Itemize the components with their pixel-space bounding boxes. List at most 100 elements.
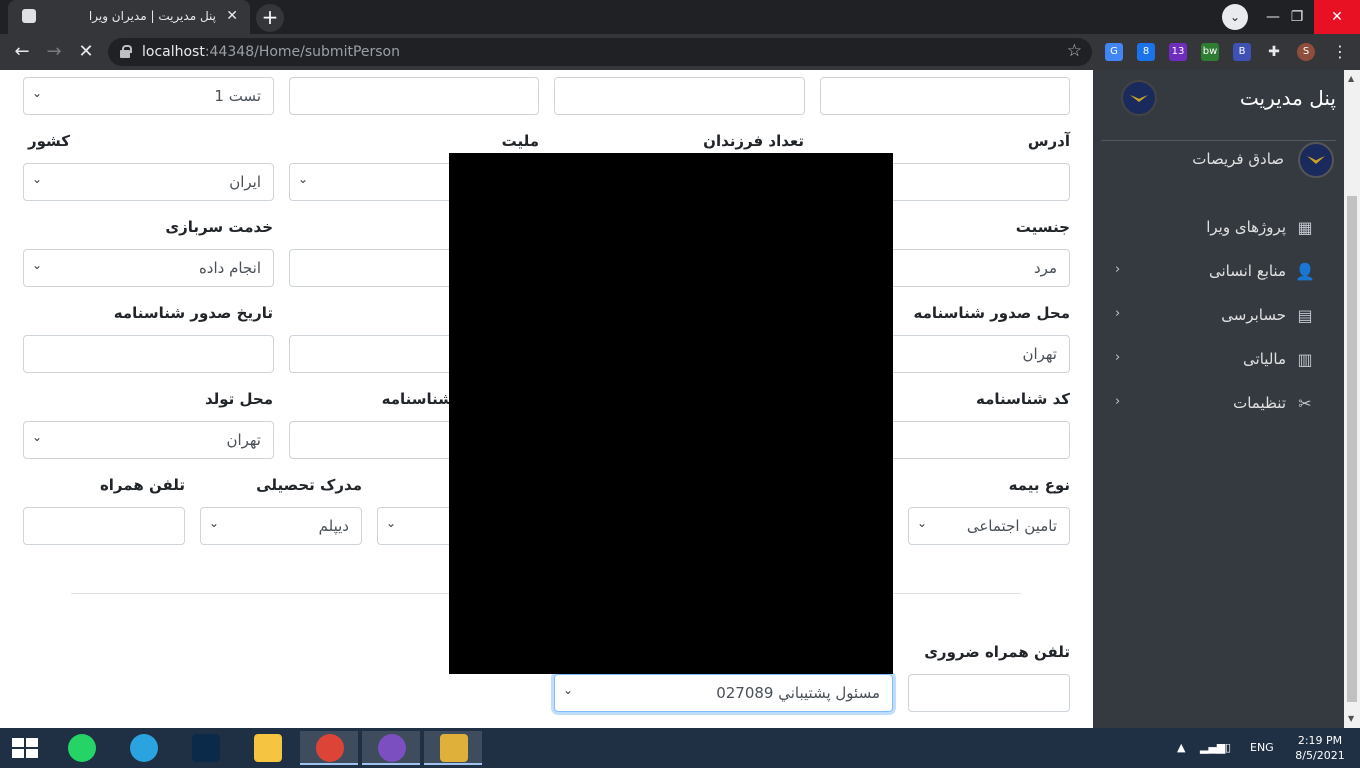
scroll-down-icon[interactable]: ▼ <box>1348 714 1354 723</box>
sidebar-item-label: مالیاتی <box>1243 350 1286 368</box>
sidebar-item-label: تنظیمات <box>1233 394 1286 412</box>
mobile-input[interactable] <box>23 507 185 545</box>
top-select[interactable]: تست 1 ⌄ <box>23 77 274 115</box>
windows-start-icon[interactable] <box>12 738 38 758</box>
sidebar-item-label: حسابرسی <box>1221 306 1286 324</box>
visual-studio-taskbar-button[interactable] <box>362 731 420 765</box>
visual-studio-icon <box>378 734 406 762</box>
scroll-up-icon[interactable]: ▲ <box>1348 74 1354 83</box>
chevron-down-icon: ⌄ <box>32 430 43 444</box>
windows-taskbar: ▲ ▂▄▆ ▯ ENG 2:19 PM 8/5/2021 <box>0 728 1360 768</box>
sidebar-item-3[interactable]: ▥ مالیاتی ‹ <box>1093 338 1344 382</box>
profile-avatar[interactable]: S <box>1297 43 1315 61</box>
lock-icon[interactable] <box>120 45 132 58</box>
tab-title: پنل مدیریت | مدیران ویرا <box>88 9 216 23</box>
extensions-puzzle-icon[interactable]: ✚ <box>1265 43 1283 61</box>
extension-badge-icon[interactable]: 13 <box>1169 43 1187 61</box>
telegram-icon <box>130 734 158 762</box>
id-code-input[interactable] <box>880 421 1070 459</box>
address-bar[interactable]: localhost:44348/Home/submitPerson ☆ <box>108 38 1092 66</box>
gender-label: جنسیت <box>1015 218 1070 236</box>
page-scrollbar[interactable]: ▲ ▼ <box>1344 70 1360 728</box>
tools-icon: ✂ <box>1298 394 1312 413</box>
top-input-2[interactable] <box>289 77 539 115</box>
sidebar-item-0[interactable]: ▦ پروژهای ویرا <box>1093 206 1344 250</box>
country-label: کشور <box>27 132 70 150</box>
insurance-select[interactable]: تامین اجتماعی ⌄ <box>908 507 1070 545</box>
browser-tab-strip: پنل مدیریت | مدیران ویرا ✕ + ⌄ — ❐ ✕ <box>0 0 1360 34</box>
address-label: آدرس <box>1027 132 1070 150</box>
chevron-down-icon: ⌄ <box>386 516 397 530</box>
sidebar-nav: ▦ پروژهای ویرا 👤 منابع انسانی ‹ ▤ حسابرسی ‹ ▥ مال… <box>1093 206 1344 426</box>
user-panel[interactable]: صادق فریصات <box>1104 142 1334 186</box>
browser-menu-icon[interactable]: ⋮ <box>1332 42 1348 61</box>
chevron-left-icon[interactable]: ‹ <box>1115 394 1120 409</box>
stop-loading-icon[interactable]: ✕ <box>74 40 98 64</box>
insurance-label: نوع بیمه <box>1008 476 1070 494</box>
address-input[interactable] <box>880 163 1070 201</box>
emergency-mobile-input[interactable] <box>908 674 1070 712</box>
chevron-down-icon: ⌄ <box>32 258 43 272</box>
chrome-taskbar-button[interactable] <box>300 731 358 765</box>
military-select[interactable]: انجام داده ⌄ <box>23 249 274 287</box>
browser-toolbar: ← → ✕ localhost:44348/Home/submitPerson … <box>0 34 1360 70</box>
extension-8-icon[interactable]: 8 <box>1137 43 1155 61</box>
country-select[interactable]: ایران ⌄ <box>23 163 274 201</box>
telegram-taskbar-button[interactable] <box>114 731 172 765</box>
forward-arrow-icon[interactable]: → <box>42 40 66 64</box>
chevron-down-icon: ⌄ <box>917 516 928 530</box>
tray-chevron-icon[interactable]: ▲ <box>1177 741 1185 754</box>
sidebar-divider <box>1101 140 1336 141</box>
sidebar-item-4[interactable]: ✂ تنظیمات ‹ <box>1093 382 1344 426</box>
issue-place-label: محل صدور شناسنامه <box>913 304 1070 322</box>
issue-date-label: تاریخ صدور شناسنامه <box>113 304 273 322</box>
close-window-button[interactable]: ✕ <box>1314 0 1360 34</box>
chevron-left-icon[interactable]: ‹ <box>1115 350 1120 365</box>
file-explorer-icon <box>254 734 282 762</box>
scrollbar-thumb[interactable] <box>1347 196 1357 702</box>
file-explorer-taskbar-button[interactable] <box>238 731 296 765</box>
brand-title: پنل مدیریت <box>1239 86 1336 110</box>
education-select[interactable]: دیپلم ⌄ <box>200 507 362 545</box>
language-indicator[interactable]: ENG <box>1250 741 1274 754</box>
redacted-area <box>449 153 893 674</box>
chevron-down-icon: ⌄ <box>563 683 574 697</box>
browser-tab[interactable]: پنل مدیریت | مدیران ویرا ✕ <box>8 0 250 34</box>
new-tab-button[interactable]: + <box>256 4 284 32</box>
app-taskbar-button[interactable] <box>424 731 482 765</box>
top-input-3[interactable] <box>554 77 805 115</box>
google-translate-icon[interactable]: G <box>1105 43 1123 61</box>
chevron-left-icon[interactable]: ‹ <box>1115 262 1120 277</box>
gender-select[interactable]: مرد <box>880 249 1070 287</box>
sidebar-item-label: منابع انسانی <box>1208 262 1286 280</box>
bar-chart-icon: ▥ <box>1297 350 1313 369</box>
app-icon <box>440 734 468 762</box>
system-clock[interactable]: 2:19 PM 8/5/2021 <box>1288 733 1352 763</box>
network-icon[interactable]: ▂▄▆ <box>1200 741 1225 754</box>
birth-place-label: محل تولد <box>204 390 273 408</box>
back-arrow-icon[interactable]: ← <box>10 40 34 64</box>
photoshop-icon <box>192 734 220 762</box>
b-icon[interactable]: B <box>1233 43 1251 61</box>
top-input-4[interactable] <box>820 77 1070 115</box>
birth-place-select[interactable]: تهران ⌄ <box>23 421 274 459</box>
id-number-label: شناسنامه <box>381 390 453 408</box>
bookmark-star-icon[interactable]: ☆ <box>1067 41 1082 61</box>
mobile-label: تلفن همراه <box>99 476 185 494</box>
education-label: مدرک تحصیلی <box>256 476 362 494</box>
sidebar-item-2[interactable]: ▤ حسابرسی ‹ <box>1093 294 1344 338</box>
issue-place-select[interactable]: تهران <box>880 335 1070 373</box>
chevron-left-icon[interactable]: ‹ <box>1115 306 1120 321</box>
support-select[interactable]: مسئول پشتيباني 027089 ⌄ <box>554 674 893 712</box>
sidebar-item-1[interactable]: 👤 منابع انسانی ‹ <box>1093 250 1344 294</box>
tab-close-icon[interactable]: ✕ <box>226 8 238 24</box>
battery-icon[interactable]: ▯ <box>1225 741 1231 754</box>
photoshop-taskbar-button[interactable] <box>176 731 234 765</box>
tab-search-icon[interactable]: ⌄ <box>1222 4 1248 30</box>
issue-date-input[interactable] <box>23 335 274 373</box>
chrome-icon <box>316 734 344 762</box>
brand-link[interactable]: پنل مدیریت <box>1101 80 1336 116</box>
url-text: localhost:44348/Home/submitPerson <box>142 44 400 60</box>
bw-icon[interactable]: bw <box>1201 43 1219 61</box>
whatsapp-taskbar-button[interactable] <box>52 731 110 765</box>
